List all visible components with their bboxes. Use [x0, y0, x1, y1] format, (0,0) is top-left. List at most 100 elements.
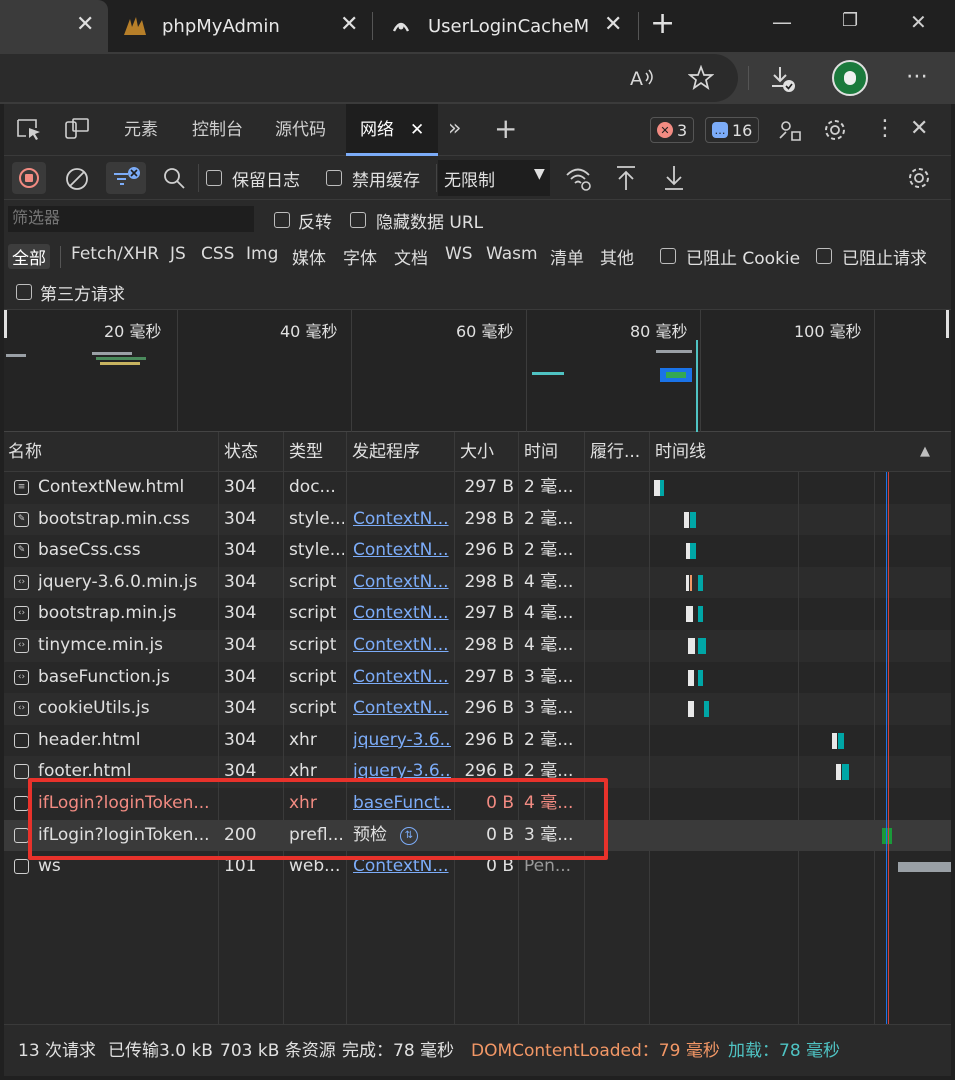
waterfall-row[interactable] — [650, 788, 951, 820]
cell-initiator[interactable]: ContextN... — [353, 504, 451, 536]
filter-type-all[interactable]: 全部 — [8, 244, 50, 269]
close-tab-icon[interactable]: ✕ — [340, 12, 358, 37]
cell-initiator[interactable]: ContextN... — [353, 535, 451, 567]
filter-type-fetch-xhr[interactable]: Fetch/XHR — [71, 244, 159, 264]
settings-gear-icon[interactable] — [822, 117, 848, 143]
invert-checkbox[interactable] — [274, 212, 290, 228]
filter-type-other[interactable]: 其他 — [600, 244, 634, 269]
errors-badge[interactable]: ✕ 3 — [650, 117, 695, 143]
downloads-icon[interactable] — [768, 64, 798, 94]
disable-cache-checkbox[interactable] — [326, 170, 342, 186]
blocked-cookies-checkbox[interactable] — [660, 248, 676, 264]
restore-icon[interactable]: ❐ — [842, 10, 858, 31]
tab-elements[interactable]: 元素 — [124, 104, 158, 156]
hide-data-url-checkbox[interactable] — [350, 212, 366, 228]
waterfall-row[interactable] — [650, 472, 951, 504]
waterfall-row[interactable] — [650, 662, 951, 694]
filter-type-ws[interactable]: WS — [445, 244, 473, 264]
throttle-select[interactable]: 无限制 ▼ — [438, 160, 550, 196]
tab-network[interactable]: 网络 ✕ — [346, 104, 438, 156]
column-size[interactable]: 大小 — [456, 432, 494, 472]
filter-type-img[interactable]: Img — [246, 244, 278, 264]
read-aloud-icon[interactable]: A — [628, 65, 656, 91]
timeline-overview[interactable]: 20 毫秒 40 毫秒 60 毫秒 80 毫秒 100 毫秒 — [4, 310, 951, 432]
cell-initiator[interactable]: ContextN... — [353, 567, 451, 599]
more-tabs-icon[interactable]: » — [448, 116, 461, 141]
column-time[interactable]: 时间 — [520, 432, 558, 472]
column-name[interactable]: 名称 — [4, 432, 42, 472]
filter-input[interactable] — [8, 206, 254, 232]
third-party-checkbox[interactable] — [16, 284, 32, 300]
close-tab-icon[interactable]: ✕ — [410, 104, 424, 156]
table-row[interactable]: ‹› tinymce.min.js 304 script ContextN... 298 … — [4, 630, 650, 662]
waterfall-row[interactable] — [650, 598, 951, 630]
table-row[interactable]: ≡ ContextNew.html 304 doc... 297 B 2 毫... — [4, 472, 650, 504]
column-initiator[interactable]: 发起程序 — [348, 432, 420, 472]
filter-type-font[interactable]: 字体 — [343, 244, 377, 269]
table-row[interactable]: ✎ baseCss.css 304 style... ContextN... 296 B 2… — [4, 535, 650, 567]
network-conditions-icon[interactable] — [564, 164, 594, 192]
cell-initiator[interactable]: ContextN... — [353, 598, 451, 630]
waterfall-row[interactable] — [650, 630, 951, 662]
column-waterfall[interactable]: 时间线 — [651, 432, 706, 472]
tab-console[interactable]: 控制台 — [192, 104, 243, 156]
devtools-menu-icon[interactable]: ⋮ — [874, 116, 896, 141]
table-row[interactable]: ‹› jquery-3.6.0.min.js 304 script ContextN..… — [4, 566, 650, 599]
browser-tab-phpmyadmin[interactable]: phpMyAdmin ✕ — [108, 0, 370, 52]
waterfall-row[interactable] — [650, 819, 951, 852]
close-tab-icon[interactable]: ✕ — [76, 12, 94, 37]
close-devtools-icon[interactable]: ✕ — [910, 116, 928, 141]
filter-type-doc[interactable]: 文档 — [394, 244, 428, 269]
overview-left-handle[interactable] — [4, 310, 7, 338]
table-row[interactable]: ‹› cookieUtils.js 304 script ContextN... 296 … — [4, 693, 650, 725]
device-toolbar-icon[interactable] — [64, 118, 90, 142]
waterfall-row[interactable] — [650, 566, 951, 599]
filter-type-media[interactable]: 媒体 — [292, 244, 326, 269]
tab-sources[interactable]: 源代码 — [275, 104, 326, 156]
overview-right-handle[interactable] — [946, 310, 949, 338]
export-har-icon[interactable] — [662, 164, 686, 192]
inspect-element-icon[interactable] — [16, 118, 42, 142]
waterfall-row[interactable] — [650, 503, 951, 536]
column-status[interactable]: 状态 — [220, 432, 258, 472]
search-icon[interactable] — [162, 166, 186, 190]
column-type[interactable]: 类型 — [285, 432, 323, 472]
waterfall-row[interactable] — [650, 851, 951, 883]
favorite-star-icon[interactable] — [688, 65, 714, 91]
filter-type-wasm[interactable]: Wasm — [486, 244, 538, 264]
record-button[interactable] — [12, 162, 46, 194]
cell-initiator[interactable]: jquery-3.6... — [353, 725, 451, 757]
table-row[interactable]: ‹› baseFunction.js 304 script ContextN... 297… — [4, 662, 650, 694]
filter-type-manifest[interactable]: 清单 — [550, 244, 584, 269]
preserve-log-checkbox[interactable] — [206, 170, 222, 186]
customize-icon[interactable] — [778, 118, 802, 142]
filter-toggle-button[interactable] — [106, 162, 146, 194]
filter-type-js[interactable]: JS — [170, 244, 186, 264]
waterfall-row[interactable] — [650, 756, 951, 788]
cell-initiator[interactable]: ContextN... — [353, 630, 451, 662]
messages-badge[interactable]: … 16 — [705, 117, 760, 143]
blocked-requests-checkbox[interactable] — [816, 248, 832, 264]
close-window-icon[interactable]: ✕ — [910, 10, 927, 34]
minimize-icon[interactable]: — — [772, 10, 792, 34]
new-tab-button[interactable]: + — [650, 6, 675, 41]
column-fulfilled-by[interactable]: 履行... — [586, 432, 640, 472]
filter-type-css[interactable]: CSS — [201, 244, 234, 264]
close-tab-icon[interactable]: ✕ — [604, 12, 622, 37]
cell-initiator[interactable]: ContextN... — [353, 662, 451, 694]
cell-initiator[interactable]: ContextN... — [353, 693, 451, 725]
add-panel-icon[interactable]: + — [494, 112, 517, 145]
browser-tab-active[interactable]: ✕ — [0, 0, 108, 52]
clear-icon[interactable] — [64, 166, 90, 192]
sort-ascending-icon[interactable]: ▲ — [920, 444, 930, 459]
waterfall-row[interactable] — [650, 693, 951, 725]
waterfall-row[interactable] — [650, 725, 951, 757]
network-settings-gear-icon[interactable] — [906, 165, 932, 191]
import-har-icon[interactable] — [614, 164, 638, 192]
waterfall-row[interactable] — [650, 535, 951, 567]
table-row[interactable]: ✎ bootstrap.min.css 304 style... ContextN...… — [4, 503, 650, 536]
table-row[interactable]: ‹› bootstrap.min.js 304 script ContextN... 29… — [4, 598, 650, 630]
more-options-icon[interactable]: ⋯ — [906, 64, 929, 89]
profile-avatar[interactable] — [832, 60, 868, 96]
table-row[interactable]: header.html 304 xhr jquery-3.6... 296 B 2 毫..… — [4, 725, 650, 757]
